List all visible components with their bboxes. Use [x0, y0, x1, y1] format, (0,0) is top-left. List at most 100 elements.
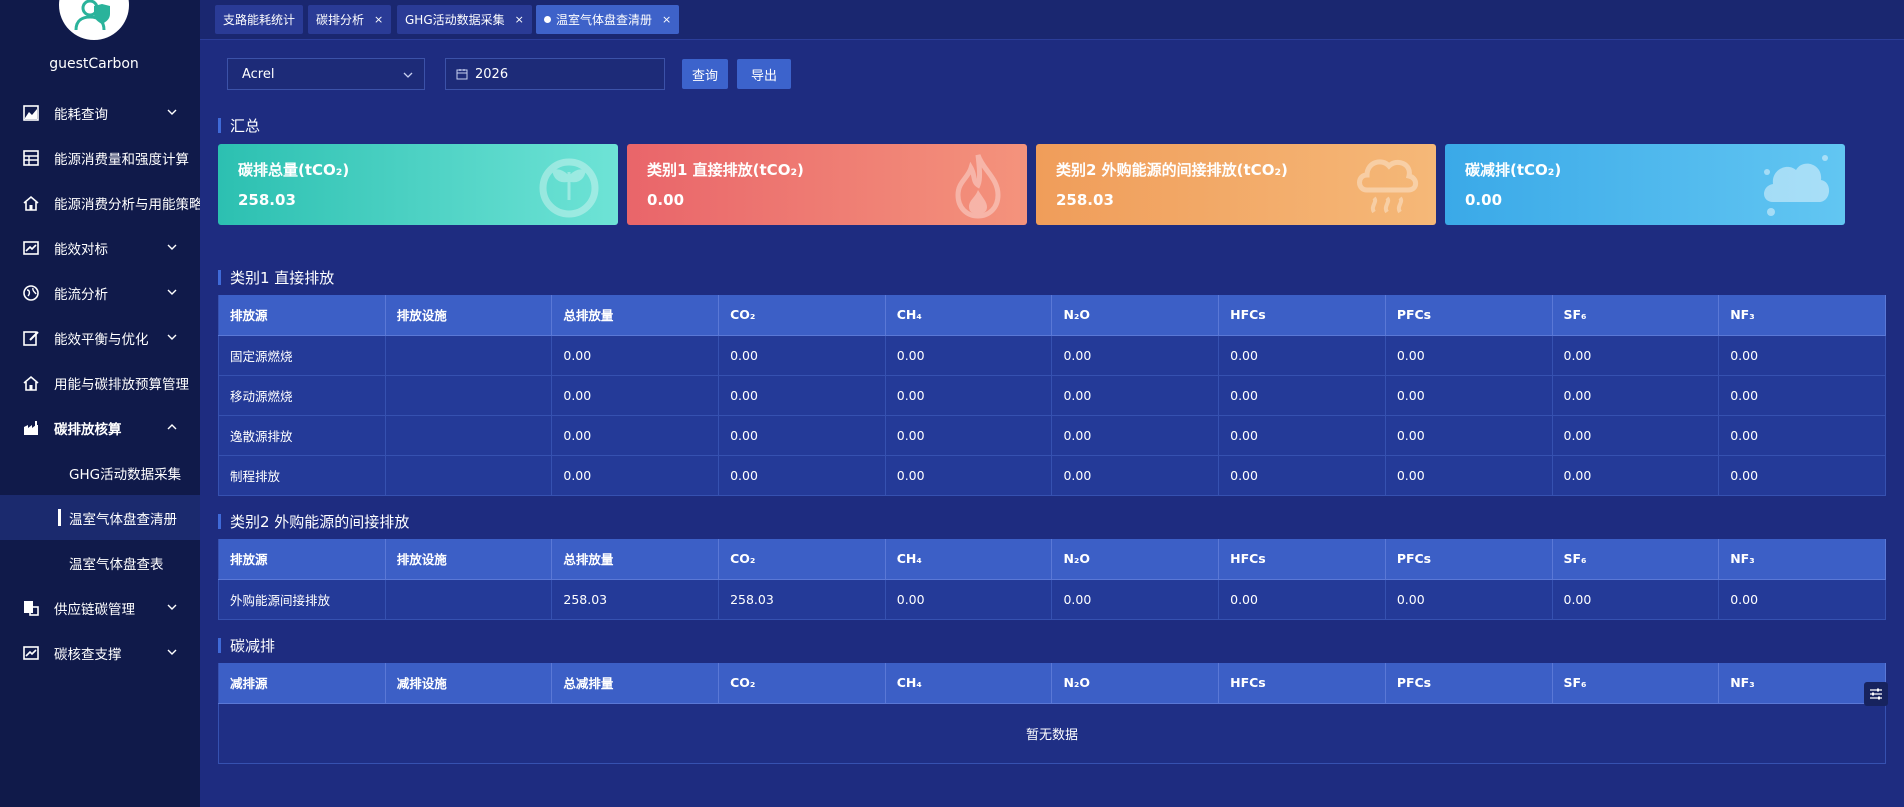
column-header: N₂O	[1051, 295, 1220, 336]
menu-label: 用能与碳排放预算管理	[54, 376, 189, 393]
year-picker[interactable]: 2026	[445, 58, 665, 90]
table-row: 固定源燃烧 0.00 0.00 0.00 0.00 0.00 0.00 0.00 0.00	[218, 335, 1886, 376]
table-cell: 0.00	[1718, 375, 1886, 416]
globe-icon	[23, 284, 39, 301]
menu-item-budget[interactable]: 用能与碳排放预算管理	[0, 360, 200, 405]
column-header: NF₃	[1718, 539, 1886, 580]
menu-item-balance[interactable]: 能效平衡与优化	[0, 315, 200, 360]
submenu-ghg-inventory-table[interactable]: 温室气体盘查表	[0, 540, 200, 585]
menu-item-consumption-analysis[interactable]: 能源消费分析与用能策略	[0, 180, 200, 225]
column-header: CH₄	[885, 663, 1053, 704]
home-icon	[23, 195, 39, 211]
table-cell: 0.00	[1552, 335, 1720, 376]
table-cell: 0.00	[1051, 335, 1220, 376]
query-button[interactable]: 查询	[682, 59, 728, 89]
sliders-icon	[1870, 688, 1882, 700]
column-header: 排放设施	[385, 295, 553, 336]
calendar-icon	[456, 69, 468, 80]
reduction-title: 碳减排	[218, 635, 275, 656]
active-dot-icon	[544, 16, 551, 23]
column-header: HFCs	[1218, 295, 1386, 336]
column-header: CO₂	[718, 295, 886, 336]
close-icon[interactable]: ×	[515, 13, 524, 26]
table-cell: 0.00	[1051, 579, 1220, 620]
column-header: CO₂	[718, 663, 886, 704]
column-header: SF₆	[1552, 539, 1720, 580]
table-cell: 0.00	[1218, 335, 1386, 376]
card-indirect-emission: 类别2 外购能源的间接排放(tCO₂) 258.03	[1036, 144, 1436, 225]
cat1-table: 排放源 排放设施 总排放量 CO₂ CH₄ N₂O HFCs PFCs SF₆ NF₃ 固定源燃烧…	[218, 295, 1886, 496]
card-carbon-reduction: 碳减排(tCO₂) 0.00	[1445, 144, 1845, 225]
submenu-ghg-inventory-list[interactable]: 温室气体盘查清册	[0, 495, 200, 540]
menu-item-supply-chain[interactable]: 供应链碳管理	[0, 585, 200, 630]
column-header: N₂O	[1051, 539, 1220, 580]
table-cell: 0.00	[1718, 579, 1886, 620]
table-cell: 0.00	[551, 415, 720, 456]
table-cell	[385, 335, 553, 376]
menu-item-carbon-accounting[interactable]: 碳排放核算	[0, 405, 200, 450]
home-icon	[23, 375, 39, 391]
table-cell: 逸散源排放	[218, 415, 386, 456]
menu-item-consumption-calc[interactable]: 能源消费量和强度计算	[0, 135, 200, 180]
table-cell: 0.00	[1051, 455, 1220, 496]
username: guestCarbon	[49, 56, 139, 72]
export-button[interactable]: 导出	[737, 59, 791, 89]
column-header: CH₄	[885, 539, 1053, 580]
menu-label: 能效对标	[54, 241, 108, 258]
table-cell: 0.00	[718, 415, 886, 456]
summary-title: 汇总	[218, 115, 260, 136]
tab-branch-energy[interactable]: 支路能耗统计	[215, 5, 304, 34]
menu-item-energy-flow[interactable]: 能流分析	[0, 270, 200, 315]
menu-label: 能耗查询	[54, 106, 108, 123]
org-select[interactable]: Acrel	[227, 58, 425, 90]
close-icon[interactable]: ×	[374, 13, 383, 26]
factory-icon	[24, 420, 38, 435]
user-shield-icon	[74, 0, 110, 30]
table-cell: 0.00	[885, 375, 1053, 416]
table-cell: 0.00	[1218, 415, 1386, 456]
table-cell: 0.00	[551, 455, 720, 496]
table-cell: 0.00	[1718, 415, 1886, 456]
menu-label: 供应链碳管理	[54, 601, 135, 618]
close-icon[interactable]: ×	[662, 13, 671, 26]
table-cell: 移动源燃烧	[218, 375, 386, 416]
chevron-down-icon	[403, 72, 413, 78]
column-header: SF₆	[1552, 663, 1720, 704]
column-header: N₂O	[1051, 663, 1220, 704]
table-cell: 0.00	[885, 579, 1053, 620]
menu-item-verification[interactable]: 碳核查支撑	[0, 630, 200, 675]
column-header: 总排放量	[551, 539, 720, 580]
tab-ghg-data[interactable]: GHG活动数据采集 ×	[397, 5, 532, 34]
table-row: 制程排放 0.00 0.00 0.00 0.00 0.00 0.00 0.00 0.00	[218, 455, 1886, 496]
column-header: NF₃	[1718, 295, 1886, 336]
table-row: 外购能源间接排放 258.03 258.03 0.00 0.00 0.00 0.00 0.00…	[218, 579, 1886, 620]
column-header: HFCs	[1218, 663, 1386, 704]
column-header: SF₆	[1552, 295, 1720, 336]
cat1-title: 类别1 直接排放	[218, 267, 334, 288]
tab-carbon-analysis[interactable]: 碳排分析 ×	[308, 5, 392, 34]
chevron-down-icon	[167, 334, 177, 340]
reduction-table: 减排源 减排设施 总减排量 CO₂ CH₄ N₂O HFCs PFCs SF₆ NF₃	[218, 663, 1886, 704]
avatar	[59, 0, 129, 40]
table-cell: 0.00	[1051, 375, 1220, 416]
settings-sliders-button[interactable]	[1864, 682, 1888, 706]
submenu-ghg-data[interactable]: GHG活动数据采集	[0, 450, 200, 495]
menu-item-energy-query[interactable]: 能耗查询	[0, 90, 200, 135]
table-cell	[385, 455, 553, 496]
column-header: 总排放量	[551, 295, 720, 336]
chart-area-icon	[23, 104, 39, 121]
menu-item-benchmark[interactable]: 能效对标	[0, 225, 200, 270]
table-cell: 258.03	[551, 579, 720, 620]
column-header: 排放源	[218, 539, 386, 580]
table-row: 逸散源排放 0.00 0.00 0.00 0.00 0.00 0.00 0.00 0.00	[218, 415, 1886, 456]
menu-label: 碳核查支撑	[54, 646, 122, 663]
table-cell: 0.00	[885, 415, 1053, 456]
sprout-icon	[539, 158, 599, 218]
card-direct-emission: 类别1 直接排放(tCO₂) 0.00	[627, 144, 1027, 225]
sidebar: guestCarbon 能耗查询 能源消费量和强度计算 能源消费分析与用能策略 …	[0, 0, 200, 807]
tab-ghg-inventory[interactable]: 温室气体盘查清册 ×	[536, 5, 680, 34]
table-cell: 0.00	[1552, 375, 1720, 416]
table-cell: 0.00	[1051, 415, 1220, 456]
column-header: CO₂	[718, 539, 886, 580]
column-header: CH₄	[885, 295, 1053, 336]
